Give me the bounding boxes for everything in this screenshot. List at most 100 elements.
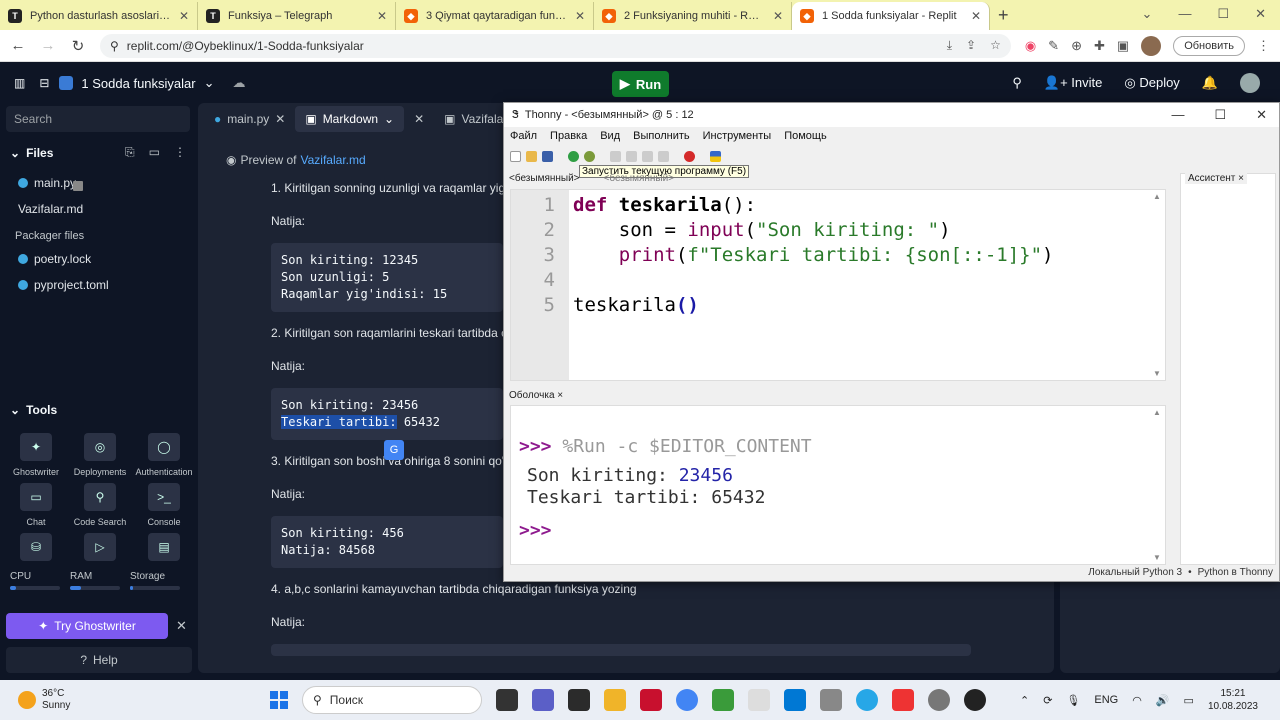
minimize-icon[interactable]: — <box>1171 107 1184 123</box>
volume-icon[interactable]: 🔊 <box>1156 694 1170 707</box>
avatar[interactable] <box>1240 73 1260 93</box>
weather-widget[interactable]: 36°C Sunny <box>0 688 270 712</box>
close-icon[interactable]: ✕ <box>176 618 187 634</box>
puzzle-icon[interactable]: ✚ <box>1094 38 1105 54</box>
replit-logo-icon[interactable]: ⊟ <box>39 76 49 90</box>
menu-help[interactable]: Помощь <box>784 130 827 142</box>
resource-meters[interactable]: CPU RAM Storage <box>0 567 196 594</box>
menu-icon[interactable]: ⋮ <box>1257 38 1270 54</box>
tool-code-search[interactable]: ⚲ Code Search <box>68 483 132 527</box>
close-icon[interactable]: ✕ <box>773 9 783 23</box>
close-icon[interactable]: ✕ <box>971 9 981 23</box>
debug-icon[interactable] <box>584 150 595 162</box>
vscode-icon[interactable] <box>784 689 806 711</box>
star-icon[interactable]: ☆ <box>990 38 1001 53</box>
tab-assistant[interactable]: Ассистент × <box>1185 173 1248 184</box>
tab-shell[interactable]: Оболочка × <box>509 390 563 401</box>
tool-ghostwriter[interactable]: ✦ Ghostwriter <box>4 433 68 477</box>
code-editor[interactable]: 1 2 3 4 5 def teskarila(): son = input("… <box>510 189 1166 381</box>
ukraine-flag-icon[interactable] <box>710 150 721 162</box>
tools-section-header[interactable]: ⌄ Tools <box>0 393 196 427</box>
install-icon[interactable]: ⤓ <box>947 38 952 53</box>
wifi-icon[interactable]: ◠ <box>1132 694 1142 707</box>
pen-icon[interactable]: ✎ <box>1048 38 1059 54</box>
close-icon[interactable]: ✕ <box>275 112 285 126</box>
task-view-icon[interactable] <box>496 689 518 711</box>
browser-tab[interactable]: ◆ 3 Qiymat qaytaradigan funksiya ✕ <box>396 2 594 30</box>
new-folder-icon[interactable]: ▭ <box>149 145 160 160</box>
obs-icon[interactable] <box>964 689 986 711</box>
pycharm-icon[interactable] <box>568 689 590 711</box>
stop-icon[interactable] <box>684 150 695 162</box>
browser-tab[interactable]: ◆ 2 Funksiyaning muhiti - Replit ✕ <box>594 2 792 30</box>
chevron-down-icon[interactable]: ⌄ <box>1142 6 1153 22</box>
anydesk-icon[interactable] <box>640 689 662 711</box>
selected-text[interactable]: Teskari tartibi: <box>281 415 397 429</box>
file-item-pyproject[interactable]: pyproject.toml <box>0 272 196 298</box>
browser-tab-active[interactable]: ◆ 1 Sodda funksiyalar - Replit ✕ <box>792 2 990 30</box>
browser-tab[interactable]: TPython dasturlash asoslari – Tele✕ <box>0 2 198 30</box>
translate-icon[interactable]: G <box>384 440 404 460</box>
menu-edit[interactable]: Правка <box>550 130 587 142</box>
sidebar-toggle-icon[interactable]: ▥ <box>14 76 25 90</box>
project-selector[interactable]: 1 Sodda funksiyalar ⌄ ☁ <box>59 75 246 91</box>
new-file-icon[interactable] <box>510 150 521 162</box>
shell-panel[interactable]: >>> %Run -c $EDITOR_CONTENT Son kiriting… <box>510 405 1166 565</box>
close-icon[interactable]: ✕ <box>575 9 585 23</box>
explorer-icon[interactable] <box>604 689 626 711</box>
site-info-icon[interactable]: ⚲ <box>110 39 119 53</box>
menu-view[interactable]: Вид <box>600 130 620 142</box>
app-icon[interactable] <box>712 689 734 711</box>
preview-file-link[interactable]: Vazifalar.md <box>301 153 366 167</box>
wps-icon[interactable] <box>892 689 914 711</box>
thonny-icon[interactable] <box>748 689 770 711</box>
scroll-down-icon[interactable]: ▼ <box>1153 369 1161 378</box>
teams-icon[interactable] <box>532 689 554 711</box>
tool-chat[interactable]: ▭ Chat <box>4 483 68 527</box>
try-ghostwriter-button[interactable]: ✦ Try Ghostwriter <box>6 613 168 639</box>
new-file-icon[interactable]: ⎘ <box>125 145 135 160</box>
interpreter-detail[interactable]: Python в Thonny <box>1198 567 1273 578</box>
more-icon[interactable]: ⋮ <box>174 145 186 160</box>
file-item-vazifalar-md[interactable]: Vazifalar.md <box>0 181 196 222</box>
tool-deployments[interactable]: ◎ Deployments <box>68 433 132 477</box>
tab-untitled[interactable]: <безымянный> <box>604 173 675 187</box>
database-icon[interactable] <box>820 689 842 711</box>
file-item-poetry-lock[interactable]: poetry.lock <box>0 246 196 272</box>
chevron-up-icon[interactable]: ⌃ <box>1020 694 1029 707</box>
new-tab-button[interactable]: + <box>990 5 1019 30</box>
sidepanel-icon[interactable]: ▣ <box>1117 38 1129 54</box>
share-icon[interactable]: ⇪ <box>966 38 976 53</box>
close-icon[interactable]: ✕ <box>414 112 424 126</box>
tool-database[interactable]: ⛁ <box>4 533 68 561</box>
scroll-down-icon[interactable]: ▼ <box>1153 553 1161 562</box>
scroll-up-icon[interactable]: ▲ <box>1153 408 1161 417</box>
help-button[interactable]: ? Help <box>6 647 192 673</box>
run-icon[interactable] <box>568 150 579 162</box>
close-icon[interactable]: ✕ <box>1255 6 1266 22</box>
battery-icon[interactable]: ▭ <box>1184 694 1194 707</box>
step-out-icon[interactable] <box>642 150 653 162</box>
deploy-button[interactable]: ◎ Deploy <box>1124 75 1179 91</box>
tab-main-py[interactable]: ● main.py ✕ <box>204 106 295 132</box>
bell-icon[interactable]: 🔔 <box>1202 75 1218 91</box>
language-indicator[interactable]: ENG <box>1094 694 1118 706</box>
close-icon[interactable]: ✕ <box>179 9 189 23</box>
reload-icon[interactable]: ↻ <box>70 37 86 55</box>
browser-tab[interactable]: T Funksiya – Telegraph ✕ <box>198 2 396 30</box>
interpreter-label[interactable]: Локальный Python 3 <box>1088 567 1182 578</box>
tab-untitled[interactable]: <безымянный> <box>509 173 580 187</box>
run-button[interactable]: ▶ Run <box>612 71 669 97</box>
url-input[interactable]: ⚲ replit.com/@Oybeklinux/1-Sodda-funksiy… <box>100 33 1011 58</box>
avatar[interactable] <box>1141 35 1162 56</box>
forward-icon[interactable]: → <box>40 37 56 54</box>
tab-markdown[interactable]: ▣ Markdown ⌄ <box>295 106 405 132</box>
scroll-up-icon[interactable]: ▲ <box>1153 192 1161 201</box>
files-section-header[interactable]: ⌄ Files ⎘ ▭ ⋮ <box>0 135 196 170</box>
close-tab-button[interactable]: ✕ <box>404 106 434 132</box>
menu-tools[interactable]: Инструменты <box>703 130 772 142</box>
search-input[interactable]: Search <box>6 106 190 132</box>
extension-icon[interactable]: ◉ <box>1025 38 1036 54</box>
tool-authentication[interactable]: ◯ Authentication <box>132 433 196 477</box>
open-folder-icon[interactable] <box>526 150 537 162</box>
